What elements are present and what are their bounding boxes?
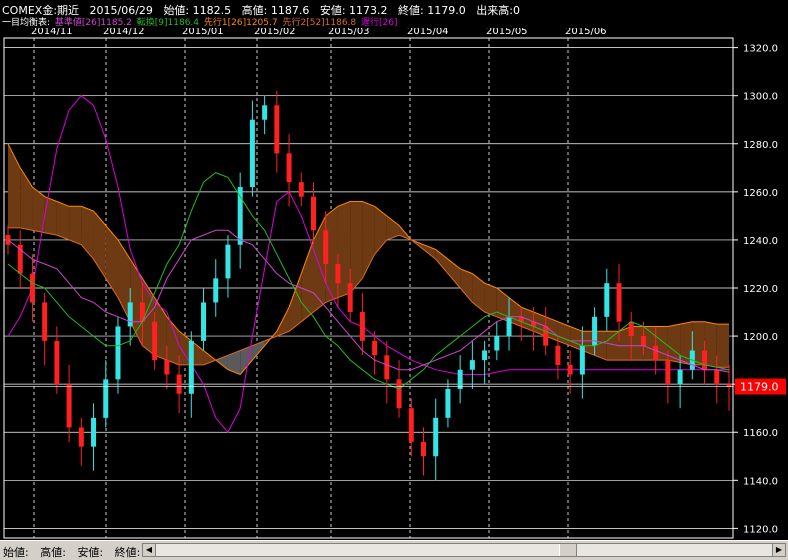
y-tick-label: 1140.0: [743, 476, 778, 487]
candle-body: [201, 302, 207, 341]
legend-chikou: 遅行[26]: [361, 18, 398, 28]
y-tick-label: 1220.0: [743, 284, 778, 295]
candle-body: [653, 345, 659, 361]
candle-body: [482, 350, 488, 361]
candle-body: [396, 379, 402, 409]
candle-body: [506, 316, 512, 337]
candle-body: [249, 119, 255, 188]
candle-body: [42, 302, 48, 341]
cloud-segment: [56, 201, 70, 240]
candle-body: [420, 441, 426, 457]
candle-body: [604, 283, 610, 317]
candle-body: [188, 340, 194, 394]
y-tick-label: 1260.0: [743, 188, 778, 199]
candle-body: [677, 369, 683, 385]
scroll-left-arrow-icon[interactable]: ◀: [143, 544, 156, 556]
cloud-segment: [44, 196, 57, 236]
candle-body: [359, 312, 365, 341]
y-tick-label: 1280.0: [743, 140, 778, 151]
horizontal-scrollbar[interactable]: ◀ ▶: [142, 543, 786, 557]
footer-high-label: 高値:: [40, 546, 66, 559]
candle-body: [347, 283, 353, 313]
legend-prefix: 一目均衡表:: [2, 18, 51, 28]
candle-body: [225, 244, 231, 279]
cloud-segment: [484, 283, 497, 317]
candle-body: [384, 355, 390, 380]
candle-body: [543, 326, 549, 346]
legend-kijun: 基準値[26]1185.2: [54, 18, 132, 28]
candle-body: [127, 302, 133, 327]
volume-value: 出来高:0: [476, 4, 520, 17]
y-tick-label: 1120.0: [743, 524, 778, 535]
candle-body: [372, 340, 378, 356]
candle-body: [567, 364, 573, 375]
candle-body: [494, 336, 500, 351]
status-bar: 始値: 高値: 安値: 終値: ◀ ▶: [0, 540, 788, 560]
footer-open-label: 始値:: [3, 546, 29, 559]
candle-body: [628, 321, 634, 337]
cloud-segment: [105, 225, 118, 298]
y-tick-label: 1160.0: [743, 428, 778, 439]
cloud-segment: [716, 324, 729, 368]
candle-body: [616, 283, 622, 322]
candle-body: [714, 369, 720, 385]
candle-body: [702, 350, 708, 370]
candle-body: [665, 360, 671, 385]
close-value: 終値: 1179.0: [398, 4, 466, 17]
candle-body: [469, 360, 475, 370]
candle-body: [152, 321, 158, 361]
scroll-right-arrow-icon[interactable]: ▶: [772, 544, 785, 556]
candle-body: [91, 417, 97, 447]
y-tick-label: 1300.0: [743, 92, 778, 103]
candle-body: [115, 326, 121, 380]
candle-body: [311, 196, 317, 231]
candle-body: [579, 345, 585, 375]
candle-body: [445, 388, 451, 418]
candle-body: [286, 153, 292, 183]
cloud-segment: [69, 206, 82, 245]
candle-body: [103, 379, 109, 418]
cloud-segment: [667, 324, 681, 363]
candle-body: [237, 187, 243, 245]
y-tick-label: 1200.0: [743, 332, 778, 343]
candle-body: [262, 105, 268, 120]
candle-body: [213, 278, 219, 303]
footer-close-label: 終値:: [114, 546, 141, 559]
candle-body: [54, 340, 60, 385]
candle-body: [298, 182, 304, 197]
candle-body: [176, 374, 182, 394]
scroll-thumb[interactable]: [559, 544, 577, 556]
chart-svg: 1320.0 1300.0 1280.0 1260.0 1240.0 1220.0 1200…: [3, 26, 786, 539]
candle-body: [66, 384, 72, 428]
candle-body: [408, 408, 414, 442]
current-price-label: 1179.0: [740, 381, 779, 394]
candle-body: [29, 273, 35, 303]
y-tick-label: 1320.0: [743, 44, 778, 55]
candle-body: [164, 360, 170, 375]
legend-span2: 先行2[52]1186.8: [282, 18, 357, 28]
candle-body: [78, 427, 84, 447]
footer-ohlc: 始値: 高値: 安値: 終値:: [3, 544, 148, 560]
legend: 一目均衡表: 基準値[26]1185.2 転換[9]1186.4 先行1[26]…: [2, 15, 400, 28]
candle-body: [640, 336, 646, 346]
footer-low-label: 安値:: [77, 546, 104, 559]
cloud-segment: [350, 201, 363, 293]
candle-body: [457, 369, 463, 389]
y-tick-label: 1240.0: [743, 236, 778, 247]
chart-header: COMEX金:期近 2015/06/29 始値: 1182.5 高値: 1187…: [0, 0, 788, 28]
legend-tenkan: 転換[9]1186.4: [136, 18, 200, 28]
candle-body: [323, 230, 329, 264]
cloud-segment: [460, 268, 473, 303]
candle-body: [433, 417, 439, 457]
legend-span1: 先行1[26]1205.7: [203, 18, 278, 28]
cloud-segment: [472, 273, 485, 313]
candle-body: [274, 105, 280, 154]
candle-body: [335, 263, 341, 284]
candle-body: [555, 345, 561, 365]
candle-body: [726, 384, 732, 387]
